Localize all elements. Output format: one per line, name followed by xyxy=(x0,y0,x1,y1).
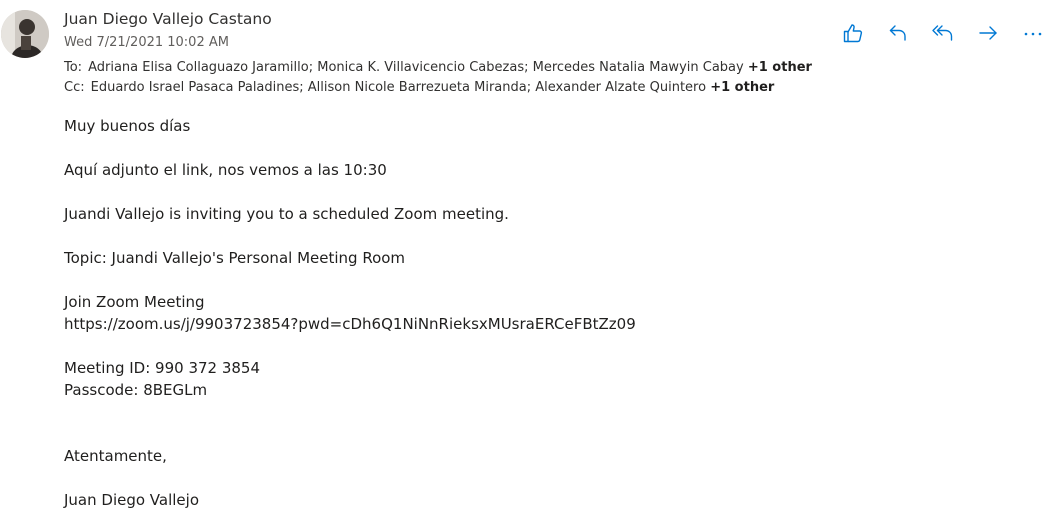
more-options-button[interactable] xyxy=(1018,20,1048,46)
sender-name[interactable]: Juan Diego Vallejo Castano xyxy=(64,10,272,28)
signature: Juan Diego Vallejo xyxy=(64,491,200,509)
reply-all-button[interactable] xyxy=(928,20,958,46)
sender-avatar[interactable] xyxy=(1,10,49,58)
topic-line: Topic: Juandi Vallejo's Personal Meeting… xyxy=(64,249,406,267)
meeting-id: Meeting ID: 990 372 3854 xyxy=(64,359,261,377)
to-more-link[interactable]: +1 other xyxy=(748,60,812,75)
reply-all-icon xyxy=(932,25,953,41)
cc-recipients: Cc: Eduardo Israel Pasaca Paladines; Alli… xyxy=(64,80,774,95)
cc-list[interactable]: Eduardo Israel Pasaca Paladines; Allison… xyxy=(91,80,706,95)
message-actions xyxy=(838,20,1048,46)
join-label: Join Zoom Meeting xyxy=(64,293,205,311)
closing: Atentamente, xyxy=(64,447,167,465)
forward-icon xyxy=(979,26,997,40)
reply-button[interactable] xyxy=(883,20,913,46)
cc-label: Cc: xyxy=(64,80,85,95)
join-link[interactable]: https://zoom.us/j/9903723854?pwd=cDh6Q1N… xyxy=(64,313,636,335)
invite-line: Juandi Vallejo is inviting you to a sche… xyxy=(64,205,509,223)
message-body: Muy buenos días Aquí adjunto el link, no… xyxy=(64,115,636,511)
email-date: Wed 7/21/2021 10:02 AM xyxy=(64,35,229,50)
to-list[interactable]: Adriana Elisa Collaguazo Jaramillo; Moni… xyxy=(88,60,744,75)
cc-more-link[interactable]: +1 other xyxy=(710,80,774,95)
reply-icon xyxy=(889,25,906,41)
greeting: Muy buenos días xyxy=(64,117,191,135)
to-recipients: To: Adriana Elisa Collaguazo Jaramillo; M… xyxy=(64,60,812,75)
more-options-icon xyxy=(1024,32,1042,36)
to-label: To: xyxy=(64,60,83,75)
thumbs-up-icon xyxy=(843,24,863,43)
passcode: Passcode: 8BEGLm xyxy=(64,381,208,399)
forward-button[interactable] xyxy=(973,20,1003,46)
like-button[interactable] xyxy=(838,20,868,46)
body-line: Aquí adjunto el link, nos vemos a las 10… xyxy=(64,161,387,179)
